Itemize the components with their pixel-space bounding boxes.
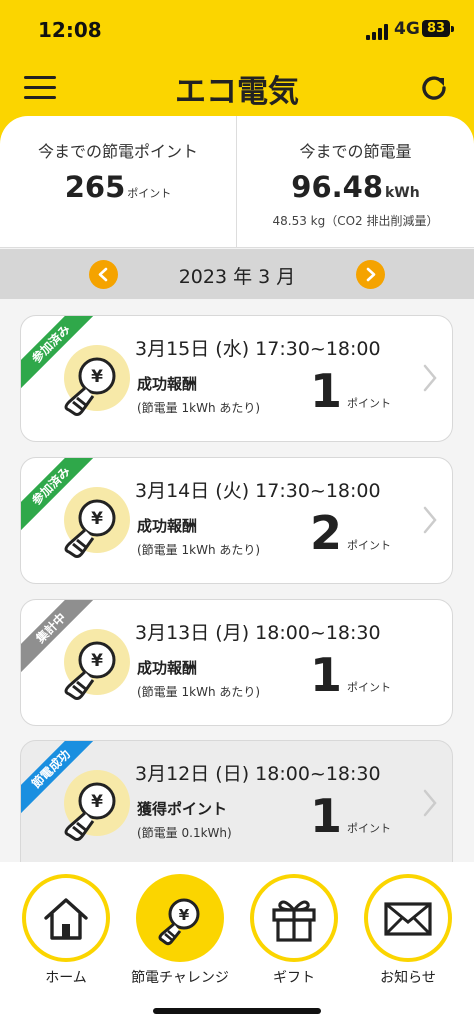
chevron-right-icon xyxy=(423,789,437,817)
tab-news-circle xyxy=(364,874,452,962)
tab-gift-label: ギフト xyxy=(273,970,315,986)
challenge-date: 3月14日 (火) 17:30~18:00 xyxy=(135,480,381,502)
network-type: 4G xyxy=(394,19,420,39)
tab-home-label: ホーム xyxy=(45,970,87,986)
points-value: 265 xyxy=(64,170,126,204)
energy-unit: kWh xyxy=(385,185,420,201)
points-unit: ポイント xyxy=(347,539,391,552)
home-icon xyxy=(44,898,88,940)
reward-points: 2 xyxy=(309,506,342,560)
reward-note: (節電量 1kWh あたり) xyxy=(137,401,261,415)
challenge-card[interactable]: 集計中 ¥ 3月13日 (月) 18:00~18:30 成功報酬 (節電量 1k… xyxy=(20,599,453,726)
challenge-card[interactable]: 参加済み ¥ 3月15日 (水) 17:30~18:00 成功報酬 (節電量 1… xyxy=(20,315,453,442)
bulb-yen-icon: ¥ xyxy=(64,770,130,841)
svg-text:¥: ¥ xyxy=(91,367,103,387)
refresh-icon[interactable] xyxy=(418,72,450,104)
bulb-yen-icon: ¥ xyxy=(158,898,200,946)
summary-panel: 今までの節電ポイント 265 ポイント 今までの節電量 96.48 kWh 48.5… xyxy=(0,116,474,248)
month-label: 2023 年 3 月 xyxy=(178,266,296,288)
chevron-right-icon xyxy=(423,506,437,534)
bulb-yen-icon: ¥ xyxy=(64,487,130,558)
home-indicator xyxy=(153,1008,321,1014)
points-unit: ポイント xyxy=(347,681,391,694)
svg-text:¥: ¥ xyxy=(179,906,190,924)
points-label: 今までの節電ポイント xyxy=(37,142,198,161)
signal-icon xyxy=(366,24,390,40)
energy-summary: 今までの節電量 96.48 kWh 48.53 kg（CO2 排出削減量） xyxy=(236,116,474,248)
challenge-date: 3月13日 (月) 18:00~18:30 xyxy=(135,622,381,644)
challenge-date: 3月12日 (日) 18:00~18:30 xyxy=(135,763,381,785)
page-title: エコ電気 xyxy=(175,74,299,110)
energy-label: 今までの節電量 xyxy=(299,142,412,161)
tab-challenge-circle: ¥ xyxy=(136,874,224,962)
chevron-right-icon xyxy=(423,364,437,392)
chevron-right-icon[interactable] xyxy=(356,260,385,289)
bulb-yen-icon: ¥ xyxy=(64,629,130,700)
reward-label: 獲得ポイント xyxy=(137,800,228,818)
energy-total: 96.48 kWh xyxy=(237,170,474,204)
svg-text:¥: ¥ xyxy=(91,509,103,529)
reward-note: (節電量 0.1kWh) xyxy=(137,826,232,840)
reward-points: 1 xyxy=(309,648,342,702)
tab-gift[interactable]: ギフト xyxy=(238,874,350,989)
challenge-card[interactable]: 参加済み ¥ 3月14日 (火) 17:30~18:00 成功報酬 (節電量 1… xyxy=(20,457,453,584)
tab-home-circle xyxy=(22,874,110,962)
reward-note: (節電量 1kWh あたり) xyxy=(137,685,261,699)
svg-text:¥: ¥ xyxy=(91,792,103,812)
svg-text:¥: ¥ xyxy=(91,651,103,671)
points-unit: ポイント xyxy=(347,397,391,410)
reward-label: 成功報酬 xyxy=(137,375,198,393)
tab-challenge-label: 節電チャレンジ xyxy=(131,970,229,986)
points-summary: 今までの節電ポイント 265 ポイント xyxy=(0,116,236,248)
tab-bar: ホーム ¥ 節電チャレンジ ギフト お知らせ xyxy=(0,862,474,1024)
tab-gift-circle xyxy=(250,874,338,962)
challenge-date: 3月15日 (水) 17:30~18:00 xyxy=(135,338,381,360)
reward-points: 1 xyxy=(309,364,342,418)
energy-value: 96.48 xyxy=(291,170,383,204)
points-unit: ポイント xyxy=(347,822,391,835)
reward-points: 1 xyxy=(309,789,342,843)
tab-challenge[interactable]: ¥ 節電チャレンジ xyxy=(124,874,236,989)
points-total: 265 ポイント xyxy=(0,170,236,204)
status-time: 12:08 xyxy=(38,18,102,42)
tab-home[interactable]: ホーム xyxy=(10,874,122,989)
battery-nub xyxy=(451,26,454,32)
reward-label: 成功報酬 xyxy=(137,517,198,535)
battery-icon: 83 xyxy=(422,20,450,37)
points-unit: ポイント xyxy=(127,187,172,200)
mail-icon xyxy=(384,902,432,936)
bulb-yen-icon: ¥ xyxy=(64,345,130,416)
reward-label: 成功報酬 xyxy=(137,659,198,677)
status-bar: 12:08 4G 83 xyxy=(0,16,474,46)
tab-news-label: お知らせ xyxy=(380,970,436,986)
challenge-card[interactable]: 節電成功 ¥ 3月12日 (日) 18:00~18:30 獲得ポイント (節電量… xyxy=(20,740,453,880)
tab-news[interactable]: お知らせ xyxy=(352,874,464,989)
gift-icon xyxy=(272,900,316,942)
month-selector: 2023 年 3 月 xyxy=(0,249,474,299)
co2-note: 48.53 kg（CO2 排出削減量） xyxy=(272,214,439,228)
reward-note: (節電量 1kWh あたり) xyxy=(137,543,261,557)
